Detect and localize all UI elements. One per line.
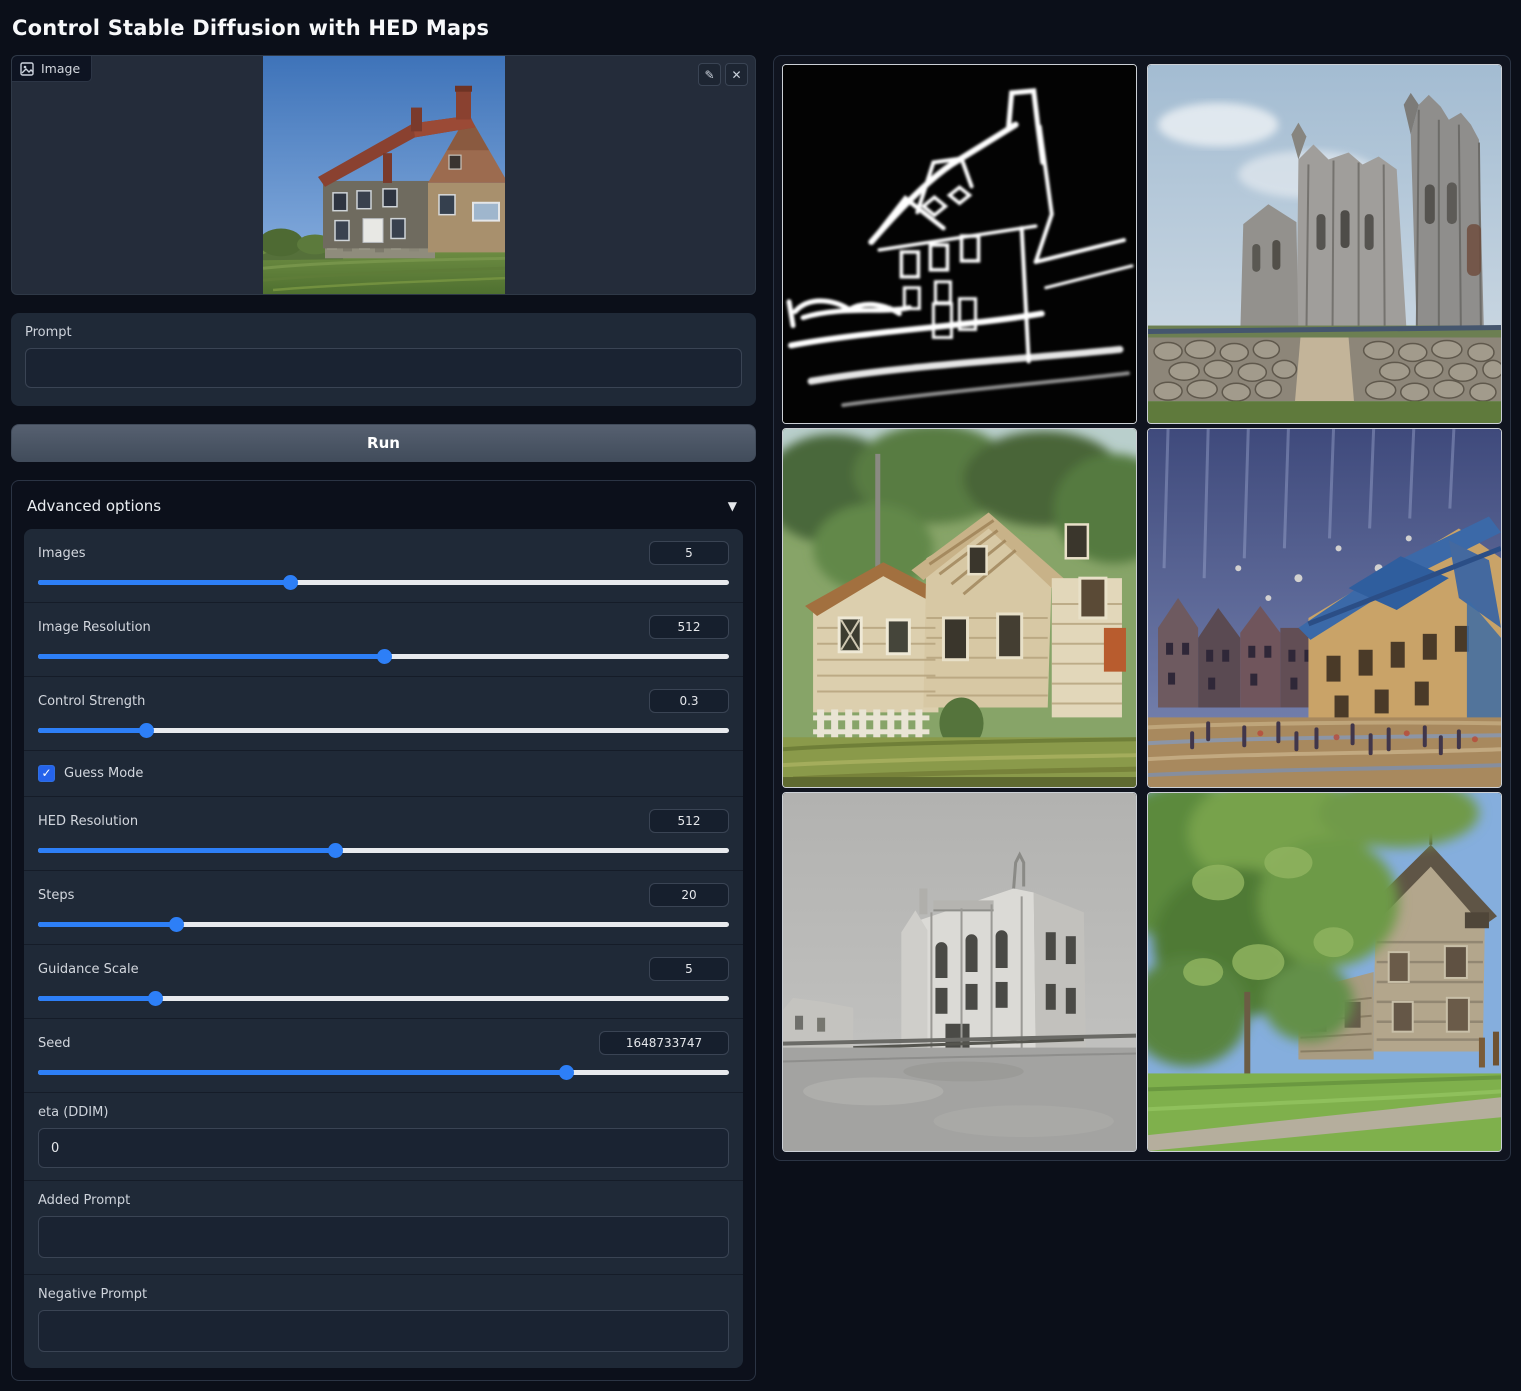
hed-resolution-slider[interactable] <box>38 843 729 858</box>
gallery-item-cathedral[interactable] <box>1147 64 1502 424</box>
clear-image-button[interactable]: ✕ <box>725 63 748 86</box>
image-resolution-value-input[interactable] <box>649 615 729 639</box>
check-icon: ✓ <box>41 766 51 780</box>
images-slider-row: Images <box>24 529 743 602</box>
control-strength-value-input[interactable] <box>649 689 729 713</box>
control-strength-slider-handle[interactable] <box>139 723 154 738</box>
image-resolution-slider[interactable] <box>38 649 729 664</box>
steps-label: Steps <box>38 888 74 903</box>
gallery-item-wooden-house[interactable] <box>782 428 1137 788</box>
advanced-options-accordion: Advanced options ▼ Images <box>11 480 756 1381</box>
controls-column: Image ✎ ✕ <box>11 55 756 1381</box>
impressionist-image <box>1148 429 1501 787</box>
pencil-icon: ✎ <box>704 68 714 82</box>
steps-slider-row: Steps <box>24 870 743 944</box>
app-page: Control Stable Diffusion with HED Maps I… <box>0 0 1521 1391</box>
prompt-label: Prompt <box>25 325 742 340</box>
seed-slider-row: Seed <box>24 1018 743 1092</box>
image-upload-area[interactable]: Image ✎ ✕ <box>11 55 756 295</box>
seed-label: Seed <box>38 1036 71 1051</box>
edit-image-button[interactable]: ✎ <box>698 63 721 86</box>
guidance-scale-label: Guidance Scale <box>38 962 139 977</box>
image-component-label: Image <box>41 61 80 76</box>
added-prompt-input[interactable] <box>38 1216 729 1258</box>
gallery-item-stone-house[interactable] <box>1147 792 1502 1152</box>
images-slider-handle[interactable] <box>283 575 298 590</box>
guidance-scale-value-input[interactable] <box>649 957 729 981</box>
close-icon: ✕ <box>731 68 741 82</box>
cathedral-image <box>1148 65 1501 423</box>
steps-slider-handle[interactable] <box>169 917 184 932</box>
guidance-scale-slider-row: Guidance Scale <box>24 944 743 1018</box>
eta-input[interactable] <box>38 1128 729 1168</box>
image-resolution-slider-handle[interactable] <box>377 649 392 664</box>
guess-mode-checkbox[interactable]: ✓ <box>38 765 55 782</box>
guess-mode-row: ✓ Guess Mode <box>24 750 743 796</box>
guidance-scale-slider-handle[interactable] <box>148 991 163 1006</box>
steps-slider[interactable] <box>38 917 729 932</box>
added-prompt-label: Added Prompt <box>38 1193 729 1208</box>
image-resolution-label: Image Resolution <box>38 620 151 635</box>
result-gallery <box>773 55 1511 1161</box>
stone-house-image <box>1148 793 1501 1151</box>
grayscale-building-image <box>783 793 1136 1151</box>
prompt-input[interactable] <box>25 348 742 388</box>
wooden-house-image <box>783 429 1136 787</box>
negative-prompt-row: Negative Prompt <box>24 1274 743 1368</box>
hed-edge-map-image <box>783 65 1136 423</box>
seed-value-input[interactable] <box>599 1031 729 1055</box>
eta-row: eta (DDIM) <box>24 1092 743 1180</box>
steps-value-input[interactable] <box>649 883 729 907</box>
images-label: Images <box>38 546 86 561</box>
gallery-item-grayscale-building[interactable] <box>782 792 1137 1152</box>
control-strength-slider-row: Control Strength <box>24 676 743 750</box>
image-toolbar: ✎ ✕ <box>698 63 748 86</box>
gallery-item-impressionist[interactable] <box>1147 428 1502 788</box>
run-button[interactable]: Run <box>11 424 756 462</box>
seed-slider[interactable] <box>38 1065 729 1080</box>
advanced-options-form: Images Image Resolution <box>24 529 743 1368</box>
advanced-options-title: Advanced options <box>27 497 161 515</box>
hed-resolution-label: HED Resolution <box>38 814 138 829</box>
prompt-panel: Prompt <box>11 313 756 406</box>
negative-prompt-label: Negative Prompt <box>38 1287 729 1302</box>
guess-mode-label[interactable]: Guess Mode <box>64 766 143 781</box>
hed-resolution-slider-handle[interactable] <box>328 843 343 858</box>
control-strength-slider[interactable] <box>38 723 729 738</box>
advanced-options-header[interactable]: Advanced options ▼ <box>24 493 743 529</box>
image-component-badge: Image <box>12 56 92 82</box>
hed-resolution-value-input[interactable] <box>649 809 729 833</box>
main-columns: Image ✎ ✕ <box>11 55 1510 1381</box>
guidance-scale-slider[interactable] <box>38 991 729 1006</box>
gallery-item-hed-edge-map[interactable] <box>782 64 1137 424</box>
hed-resolution-slider-row: HED Resolution <box>24 796 743 870</box>
image-resolution-slider-row: Image Resolution <box>24 602 743 676</box>
eta-label: eta (DDIM) <box>38 1105 729 1120</box>
negative-prompt-input[interactable] <box>38 1310 729 1352</box>
control-strength-label: Control Strength <box>38 694 145 709</box>
house-photo-image <box>263 56 505 294</box>
uploaded-house-photo[interactable] <box>263 56 505 294</box>
image-icon <box>20 62 34 76</box>
chevron-down-icon: ▼ <box>728 499 740 513</box>
page-title: Control Stable Diffusion with HED Maps <box>12 16 1510 40</box>
added-prompt-row: Added Prompt <box>24 1180 743 1274</box>
images-slider[interactable] <box>38 575 729 590</box>
seed-slider-handle[interactable] <box>559 1065 574 1080</box>
images-value-input[interactable] <box>649 541 729 565</box>
